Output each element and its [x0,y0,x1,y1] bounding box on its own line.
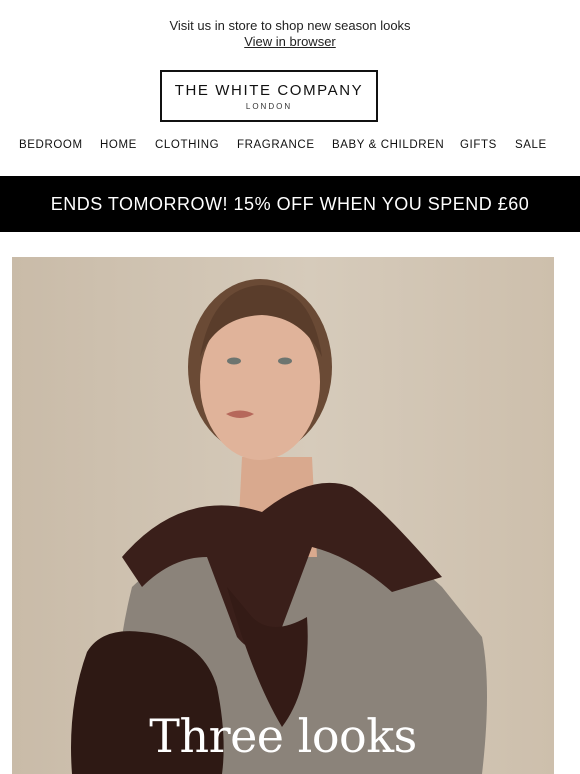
main-nav: BEDROOM HOME CLOTHING FRAGRANCE BABY & C… [0,139,580,155]
logo-name: THE WHITE COMPANY [174,82,364,99]
nav-item-bedroom[interactable]: BEDROOM [19,139,83,151]
nav-item-home[interactable]: HOME [100,139,137,151]
hero-title: Three looks [149,709,417,763]
nav-item-clothing[interactable]: CLOTHING [155,139,219,151]
hero-image [71,279,487,774]
promo-banner[interactable]: ENDS TOMORROW! 15% OFF WHEN YOU SPEND £6… [0,176,580,232]
logo-subtitle: LONDON [245,102,293,111]
preheader: Visit us in store to shop new season loo… [0,18,580,50]
preheader-text: Visit us in store to shop new season loo… [169,18,411,33]
nav-item-fragrance[interactable]: FRAGRANCE [237,139,315,151]
brand-logo[interactable]: THE WHITE COMPANY LONDON [160,70,378,122]
nav-item-sale[interactable]: SALE [515,139,547,151]
hero-banner[interactable]: Three looks [12,257,554,774]
nav-item-baby-children[interactable]: BABY & CHILDREN [332,139,444,151]
promo-text: ENDS TOMORROW! 15% OFF WHEN YOU SPEND £6… [50,194,530,214]
view-in-browser-link[interactable]: View in browser [0,34,580,50]
nav-item-gifts[interactable]: GIFTS [460,139,497,151]
